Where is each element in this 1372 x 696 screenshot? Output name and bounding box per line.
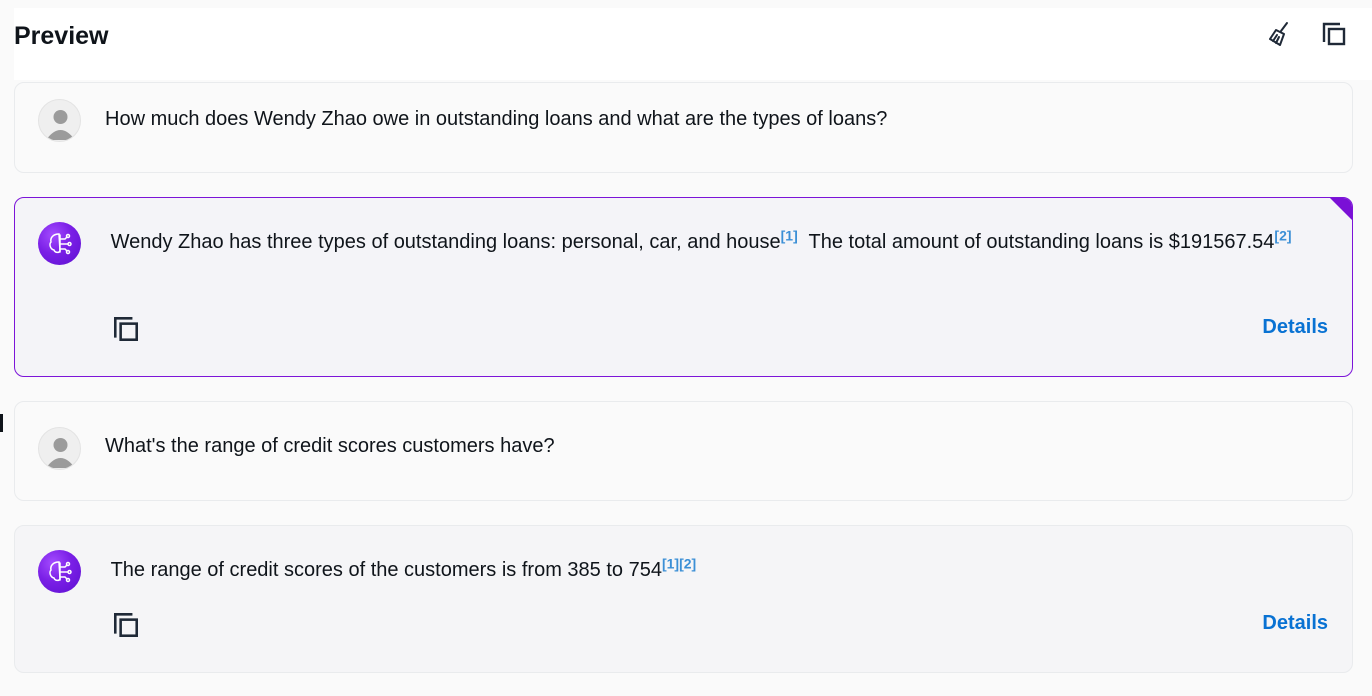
- preview-header: Preview: [14, 8, 1372, 80]
- citation-link[interactable]: [1]: [662, 555, 679, 571]
- citation-link[interactable]: [2]: [679, 555, 696, 571]
- assistant-message-text: The range of credit scores of the custom…: [105, 554, 1322, 586]
- user-message-card: How much does Wendy Zhao owe in outstand…: [14, 82, 1353, 173]
- user-message-text: What's the range of credit scores custom…: [105, 435, 555, 457]
- user-avatar-icon: [38, 99, 81, 142]
- details-link[interactable]: Details: [1262, 612, 1328, 635]
- page-title: Preview: [14, 22, 109, 50]
- copy-icon[interactable]: [1320, 20, 1348, 48]
- user-avatar-icon: [38, 427, 81, 470]
- user-message-text: How much does Wendy Zhao owe in outstand…: [105, 108, 888, 130]
- assistant-avatar-icon: [38, 222, 81, 265]
- citation-link[interactable]: [1]: [781, 227, 798, 243]
- broom-icon[interactable]: [1266, 20, 1294, 48]
- copy-icon[interactable]: [111, 610, 141, 640]
- citation-link[interactable]: [2]: [1274, 227, 1291, 243]
- details-link[interactable]: Details: [1262, 316, 1328, 339]
- assistant-avatar-icon: [38, 550, 81, 593]
- user-message-card: What's the range of credit scores custom…: [14, 401, 1353, 501]
- assistant-message-card[interactable]: Wendy Zhao has three types of outstandin…: [14, 197, 1353, 377]
- assistant-message-text: Wendy Zhao has three types of outstandin…: [105, 226, 1322, 258]
- copy-icon[interactable]: [111, 314, 141, 344]
- assistant-text-part: The range of credit scores of the custom…: [110, 559, 662, 581]
- assistant-text-part: The total amount of outstanding loans is…: [803, 231, 1275, 253]
- assistant-text-part: Wendy Zhao has three types of outstandin…: [110, 231, 781, 253]
- assistant-message-card[interactable]: The range of credit scores of the custom…: [14, 525, 1353, 673]
- selected-corner-marker: [1330, 198, 1352, 220]
- edge-marker: [0, 414, 3, 432]
